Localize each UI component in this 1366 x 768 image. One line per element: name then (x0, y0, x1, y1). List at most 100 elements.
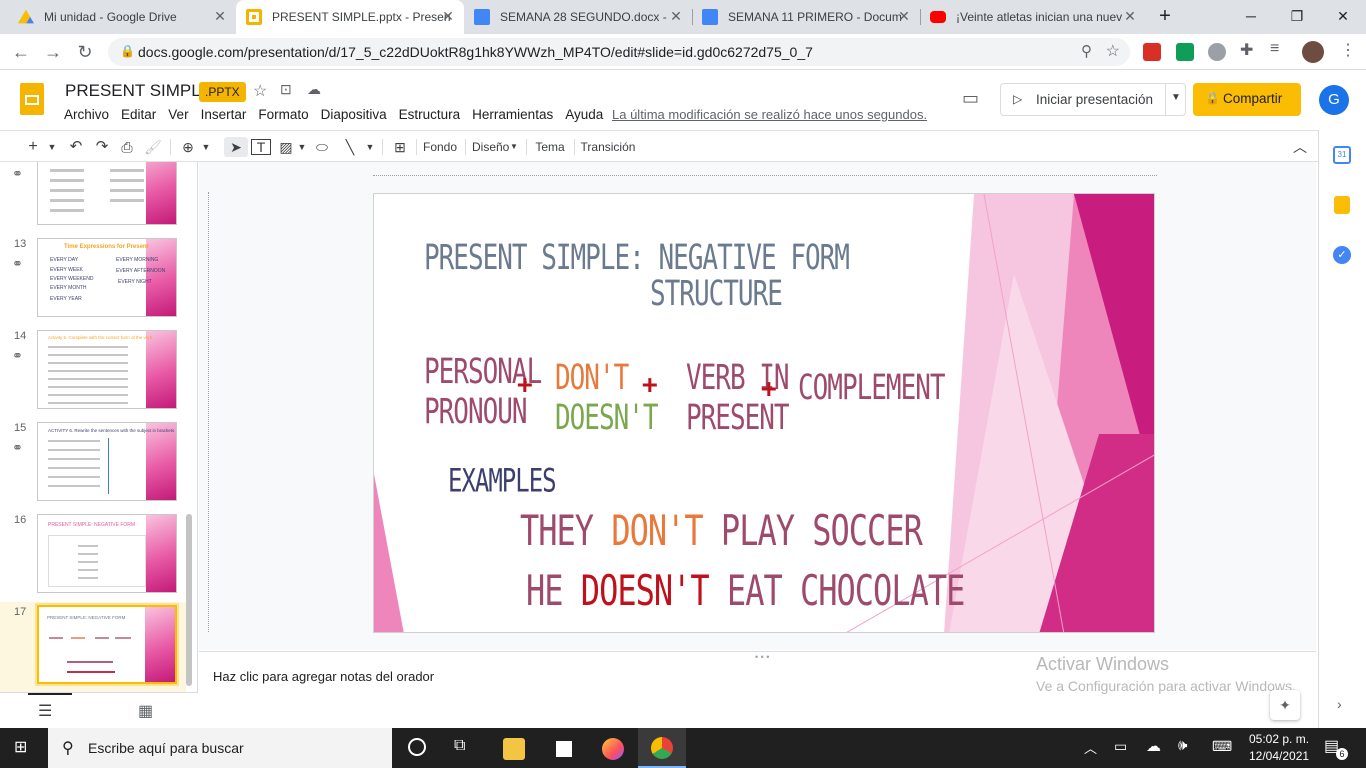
present-button[interactable]: ▷ Iniciar presentación ▼ (1000, 83, 1186, 116)
profile-avatar[interactable] (1302, 41, 1324, 63)
tab-google-drive[interactable]: Mi unidad - Google Drive ✕ (8, 0, 236, 34)
new-tab-button[interactable]: + (1142, 0, 1188, 34)
task-view-icon[interactable]: ⧉ (454, 737, 465, 755)
calendar-icon[interactable]: 31 (1333, 146, 1351, 164)
close-icon[interactable]: ✕ (1122, 8, 1138, 25)
account-avatar[interactable]: G (1319, 85, 1349, 115)
keyboard-icon[interactable]: ⌨ (1212, 738, 1232, 755)
menu-herramientas[interactable]: Herramientas (472, 107, 553, 122)
close-icon[interactable]: ✕ (668, 8, 684, 25)
comment-icon[interactable]: ▭ (962, 88, 979, 109)
slide[interactable]: PRESENT SIMPLE: NEGATIVE FORM STRUCTURE … (373, 193, 1155, 633)
image-icon[interactable]: ▨ (276, 137, 296, 157)
layout-button[interactable]: Diseño (472, 137, 509, 157)
menu-ayuda[interactable]: Ayuda (565, 107, 603, 122)
menu-ver[interactable]: Ver (168, 107, 188, 122)
background-button[interactable]: Fondo (420, 137, 460, 157)
minimize-icon[interactable]: ─ (1228, 0, 1274, 34)
reload-icon[interactable]: ↻ (72, 39, 98, 65)
add-comment-icon[interactable]: ⊞ (390, 137, 410, 157)
chevron-up-icon[interactable]: ︿ (1290, 137, 1310, 157)
taskbar-search[interactable]: ⚲ Escribe aquí para buscar (48, 728, 392, 768)
tab-youtube[interactable]: ¡Veinte atletas inician una nuev ✕ (920, 0, 1146, 34)
slide-thumbnail[interactable]: ACTIVITY 6. Rewrite the sentences with t… (37, 422, 177, 501)
filmstrip-scrollbar[interactable] (186, 514, 192, 686)
puzzle-icon[interactable]: ✚ (1240, 40, 1258, 59)
chevron-down-icon[interactable]: ▼ (1171, 92, 1181, 103)
chevron-down-icon[interactable]: ▼ (46, 137, 58, 157)
menu-editar[interactable]: Editar (121, 107, 156, 122)
move-folder-icon[interactable]: ⊡ (280, 81, 292, 98)
theme-button[interactable]: Tema (530, 137, 570, 157)
windows-start-icon[interactable]: ⊞ (14, 739, 32, 757)
select-cursor-icon[interactable]: ➤ (224, 137, 248, 157)
clock-time[interactable]: 05:02 p. m. (1249, 732, 1309, 746)
slide-thumbnail[interactable]: Time Expressions for Present EVERY DAY E… (37, 238, 177, 317)
window-close-icon[interactable]: ✕ (1320, 0, 1366, 34)
paint-format-icon[interactable]: 🖌 (143, 137, 163, 157)
share-button[interactable]: 🔒 Compartir (1193, 83, 1301, 116)
zoom-icon[interactable]: ⚲ (1081, 42, 1092, 60)
grid-view-icon[interactable]: ▦ (138, 701, 153, 721)
clock-date[interactable]: 12/04/2021 (1249, 749, 1309, 763)
forward-icon[interactable]: → (40, 39, 66, 65)
menu-formato[interactable]: Formato (258, 107, 308, 122)
sheets-extension-icon[interactable] (1176, 43, 1194, 61)
battery-icon[interactable]: ▭ (1114, 738, 1127, 755)
menu-estructura[interactable]: Estructura (399, 107, 461, 122)
chevron-down-icon[interactable]: ▼ (296, 137, 308, 157)
store-icon[interactable] (553, 738, 575, 760)
network-icon[interactable]: ☁ (1146, 737, 1161, 755)
undo-icon[interactable]: ↶ (66, 137, 86, 157)
star-icon[interactable]: ☆ (253, 81, 267, 101)
close-icon[interactable]: ✕ (896, 8, 912, 25)
media-control-icon[interactable]: ≡ (1270, 40, 1288, 58)
redo-icon[interactable]: ↷ (92, 137, 112, 157)
line-icon[interactable]: ╲ (340, 137, 360, 157)
bookmark-star-icon[interactable]: ☆ (1106, 41, 1120, 61)
chevron-down-icon[interactable]: ▼ (364, 137, 376, 157)
tab-semana-28[interactable]: SEMANA 28 SEGUNDO.docx - ✕ (464, 0, 692, 34)
chevron-up-icon[interactable]: ︿ (1084, 738, 1097, 757)
list-view-icon[interactable]: ☰ (38, 701, 52, 721)
slide-thumbnail[interactable]: PRESENT SIMPLE: NEGATIVE FORM (37, 514, 177, 593)
cortana-icon[interactable] (408, 738, 426, 756)
speaker-notes[interactable]: • • • Haz clic para agregar notas del or… (199, 651, 1316, 728)
slides-logo-icon[interactable] (20, 83, 44, 115)
print-icon[interactable]: ⎙ (117, 137, 137, 157)
menu-diapositiva[interactable]: Diapositiva (321, 107, 387, 122)
restore-icon[interactable]: ❐ (1274, 0, 1320, 34)
shape-icon[interactable]: ⬭ (312, 137, 332, 157)
tab-semana-11[interactable]: SEMANA 11 PRIMERO - Docum ✕ (692, 0, 920, 34)
text-box-icon[interactable]: T (251, 139, 271, 155)
menu-archivo[interactable]: Archivo (64, 107, 109, 122)
file-explorer-icon[interactable] (503, 738, 525, 760)
firefox-icon[interactable] (602, 738, 624, 760)
slide-thumbnail-selected[interactable]: PRESENT SIMPLE: NEGATIVE FORM (37, 605, 177, 684)
zoom-icon[interactable]: ⊕ (178, 137, 198, 157)
pdf-extension-icon[interactable] (1143, 43, 1161, 61)
close-icon[interactable]: ✕ (440, 8, 456, 25)
last-edit-link[interactable]: La última modificación se realizó hace u… (612, 107, 927, 122)
chevron-down-icon[interactable]: ▼ (200, 137, 212, 157)
volume-icon[interactable]: 🕪 (1178, 737, 1187, 754)
chrome-taskbar-active[interactable] (638, 728, 686, 768)
transition-button[interactable]: Transición (578, 137, 638, 157)
resize-handle[interactable]: • • • (755, 652, 769, 662)
menu-insertar[interactable]: Insertar (201, 107, 247, 122)
keep-icon[interactable] (1334, 196, 1350, 214)
slide-thumbnail[interactable] (37, 162, 177, 225)
kebab-menu-icon[interactable]: ⋮ (1340, 40, 1358, 59)
chevron-down-icon[interactable]: ▼ (509, 137, 519, 157)
extension-icon[interactable] (1208, 43, 1226, 61)
address-bar[interactable]: 🔒 docs.google.com/presentation/d/17_5_c2… (108, 38, 1130, 66)
chevron-right-icon[interactable]: › (1337, 696, 1342, 712)
close-icon[interactable]: ✕ (212, 8, 228, 25)
doc-title[interactable]: PRESENT SIMPLE (65, 81, 212, 101)
explore-icon[interactable]: ✦ (1270, 690, 1300, 720)
new-slide-icon[interactable]: + (24, 137, 42, 157)
back-icon[interactable]: ← (8, 39, 34, 65)
slide-thumbnail[interactable]: Activity 5. Complete with the correct fo… (37, 330, 177, 409)
tasks-icon[interactable]: ✓ (1333, 246, 1351, 264)
tab-present-simple[interactable]: PRESENT SIMPLE.pptx - Presen ✕ (236, 0, 464, 34)
